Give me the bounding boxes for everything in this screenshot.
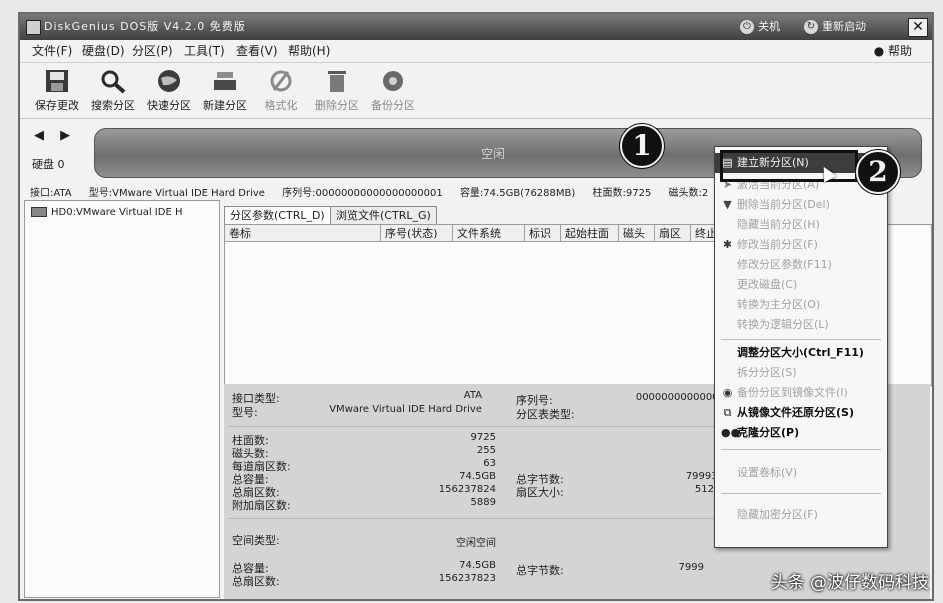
column-volume-label[interactable]: 卷标 <box>225 225 381 242</box>
menu-item-change-disk[interactable]: 更改磁盘(C) <box>715 275 887 295</box>
backup-icon <box>383 71 403 91</box>
hard-drive-icon <box>31 207 47 217</box>
callout-1: 1 <box>620 124 664 168</box>
menu-item-clone-partition[interactable]: ●● 克隆分区(P) <box>715 423 887 443</box>
partition-context-menu: ▤ 建立新分区(N) ➤ 激活当前分区(A) ▼ 删除当前分区(Del) 隐藏当前分区… <box>714 146 888 548</box>
menu-separator <box>721 449 881 450</box>
column-file-system[interactable]: 文件系统 <box>453 225 525 242</box>
menu-file[interactable]: 文件(F) <box>32 40 72 62</box>
trash-icon <box>328 71 346 92</box>
power-icon: ⏻ <box>740 20 754 34</box>
help-button[interactable]: ● 帮助 <box>874 40 912 62</box>
save-disk-icon <box>46 70 68 92</box>
menu-item-hide-partition[interactable]: 隐藏当前分区(H) <box>715 215 887 235</box>
magnifier-icon <box>101 70 126 94</box>
callout-2: 2 <box>856 150 900 194</box>
toolbar: 保存更改 搜索分区 快速分区 新建分区 格式化 删除分区 备份分区 <box>20 62 932 119</box>
menu-item-hide-encrypted[interactable]: 隐藏加密分区(F) <box>715 505 887 525</box>
menu-item-modify-partition[interactable]: ✱ 修改当前分区(F) <box>715 235 887 255</box>
details-separator <box>228 426 768 427</box>
free-space-label: 空闲 <box>481 147 506 161</box>
highlight-box <box>720 150 858 182</box>
disk-nav-arrows[interactable]: ◀ ▶ <box>34 128 76 143</box>
menu-item-convert-logical[interactable]: 转换为逻辑分区(L) <box>715 315 887 335</box>
menu-separator <box>721 493 881 494</box>
menu-item-restore-image[interactable]: ⧉ 从镜像文件还原分区(S) <box>715 403 887 423</box>
menu-item-convert-primary[interactable]: 转换为主分区(O) <box>715 295 887 315</box>
menu-partition[interactable]: 分区(P) <box>132 40 173 62</box>
restart-icon: ↻ <box>804 20 818 34</box>
menu-item-resize-partition[interactable]: 调整分区大小(Ctrl_F11) <box>715 343 887 363</box>
tree-item-hd0[interactable]: HD0:VMware Virtual IDE H <box>31 207 182 218</box>
menu-item-modify-params[interactable]: 修改分区参数(F11) <box>715 255 887 275</box>
menu-item-set-volume-label[interactable]: 设置卷标(V) <box>715 463 887 483</box>
menu-tools[interactable]: 工具(T) <box>184 40 225 62</box>
menu-separator <box>721 339 881 340</box>
format-icon <box>270 70 292 92</box>
menu-help[interactable]: 帮助(H) <box>288 40 330 62</box>
clone-icon: ●● <box>721 426 741 439</box>
app-icon <box>26 20 41 35</box>
quick-partition-button[interactable]: 快速分区 <box>140 66 198 113</box>
window-title: DiskGenius DOS版 V4.2.0 免费版 <box>44 20 246 33</box>
tab-browse-files[interactable]: 浏览文件(CTRL_G) <box>330 206 437 224</box>
menu-item-delete-partition[interactable]: ▼ 删除当前分区(Del) <box>715 195 887 215</box>
column-index-status[interactable]: 序号(状态) <box>381 225 453 242</box>
column-sector[interactable]: 扇区 <box>655 225 691 242</box>
restart-button[interactable]: ↻ 重新启动 <box>802 18 866 36</box>
column-start-cylinder[interactable]: 起始柱面 <box>561 225 619 242</box>
details-separator <box>228 518 768 519</box>
tab-partition-params[interactable]: 分区参数(CTRL_D) <box>224 206 331 225</box>
delete-partition-button[interactable]: 删除分区 <box>308 66 366 113</box>
globe-icon <box>158 70 180 92</box>
new-partition-icon <box>214 72 236 90</box>
menu-disk[interactable]: 硬盘(D) <box>82 40 125 62</box>
menu-item-backup-image[interactable]: ◉ 备份分区到镜像文件(I) <box>715 383 887 403</box>
column-id[interactable]: 标识 <box>525 225 561 242</box>
disk-info-line: 接口:ATA 型号:VMware Virtual IDE Hard Drive … <box>30 188 709 199</box>
title-bar: DiskGenius DOS版 V4.2.0 免费版 ⏻ 关机 ↻ 重新启动 ✕ <box>20 14 932 40</box>
close-button[interactable]: ✕ <box>908 18 928 37</box>
save-changes-button[interactable]: 保存更改 <box>28 66 86 113</box>
menu-view[interactable]: 查看(V) <box>236 40 278 62</box>
menu-item-split-partition[interactable]: 拆分分区(S) <box>715 363 887 383</box>
gear-icon: ✱ <box>722 238 733 251</box>
menu-bar: 文件(F) 硬盘(D) 分区(P) 工具(T) 查看(V) 帮助(H) ● 帮助 <box>20 40 932 63</box>
disk-tree: HD0:VMware Virtual IDE H <box>24 200 220 598</box>
backup-partition-button[interactable]: 备份分区 <box>364 66 422 113</box>
backup-icon: ◉ <box>722 386 733 399</box>
restore-icon: ⧉ <box>723 406 732 419</box>
column-head[interactable]: 磁头 <box>619 225 655 242</box>
search-partition-button[interactable]: 搜索分区 <box>84 66 142 113</box>
disk-label: 硬盘 0 <box>32 158 65 171</box>
shutdown-button[interactable]: ⏻ 关机 <box>738 18 780 36</box>
watermark: 头条 @波仔数码科技 <box>770 573 929 593</box>
format-button[interactable]: 格式化 <box>252 66 310 113</box>
trash-icon: ▼ <box>723 198 732 211</box>
new-partition-button[interactable]: 新建分区 <box>196 66 254 113</box>
